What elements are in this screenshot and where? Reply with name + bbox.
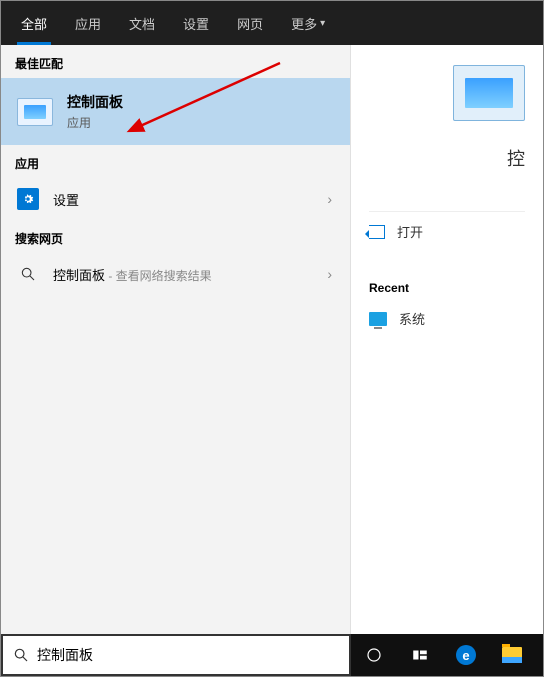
tab-apps[interactable]: 应用 <box>61 1 115 45</box>
chevron-right-icon: › <box>327 191 332 207</box>
result-subtitle: 应用 <box>67 114 123 131</box>
preview-panel: 控 打开 Recent 系统 <box>351 45 543 634</box>
open-icon <box>369 225 385 239</box>
tab-web[interactable]: 网页 <box>223 1 277 45</box>
result-title: 控制面板 <box>67 92 123 112</box>
section-best-match: 最佳匹配 <box>1 45 350 78</box>
gear-icon <box>17 188 39 210</box>
edge-icon: e <box>456 645 476 665</box>
best-match-result[interactable]: 控制面板 应用 <box>1 78 350 145</box>
task-view-icon <box>411 646 429 664</box>
results-panel: 最佳匹配 控制面板 应用 应用 设置 › 搜索网页 <box>1 45 351 634</box>
taskbar-region: e <box>1 634 543 676</box>
section-apps: 应用 <box>1 145 350 178</box>
action-open[interactable]: 打开 <box>369 211 525 251</box>
task-view-button[interactable] <box>397 634 443 676</box>
chevron-down-icon: ▾ <box>320 18 325 29</box>
app-result-label: 设置 <box>53 190 79 209</box>
recent-item-system[interactable]: 系统 <box>369 301 525 336</box>
recent-item-label: 系统 <box>399 309 425 328</box>
folder-icon <box>502 647 522 663</box>
monitor-icon <box>369 312 387 326</box>
chevron-right-icon: › <box>327 266 332 282</box>
tab-more[interactable]: 更多▾ <box>277 1 339 45</box>
section-search-web: 搜索网页 <box>1 220 350 253</box>
tab-all[interactable]: 全部 <box>7 1 61 45</box>
tab-documents[interactable]: 文档 <box>115 1 169 45</box>
action-open-label: 打开 <box>397 222 423 241</box>
app-result-settings[interactable]: 设置 › <box>1 178 350 220</box>
search-icon <box>17 263 39 285</box>
web-result-label: 控制面板 - 查看网络搜索结果 <box>53 265 212 284</box>
edge-button[interactable]: e <box>443 634 489 676</box>
web-result[interactable]: 控制面板 - 查看网络搜索结果 › <box>1 253 350 295</box>
recent-header: Recent <box>369 281 525 295</box>
file-explorer-button[interactable] <box>489 634 535 676</box>
filter-tabs: 全部 应用 文档 设置 网页 更多▾ <box>1 1 543 45</box>
control-panel-icon <box>17 98 53 126</box>
cortana-icon <box>365 646 383 664</box>
preview-title: 控 <box>369 145 525 171</box>
search-icon <box>13 647 29 663</box>
preview-app-icon <box>453 65 525 121</box>
tab-settings[interactable]: 设置 <box>169 1 223 45</box>
cortana-button[interactable] <box>351 634 397 676</box>
search-box[interactable] <box>1 634 351 676</box>
search-input[interactable] <box>37 647 339 663</box>
